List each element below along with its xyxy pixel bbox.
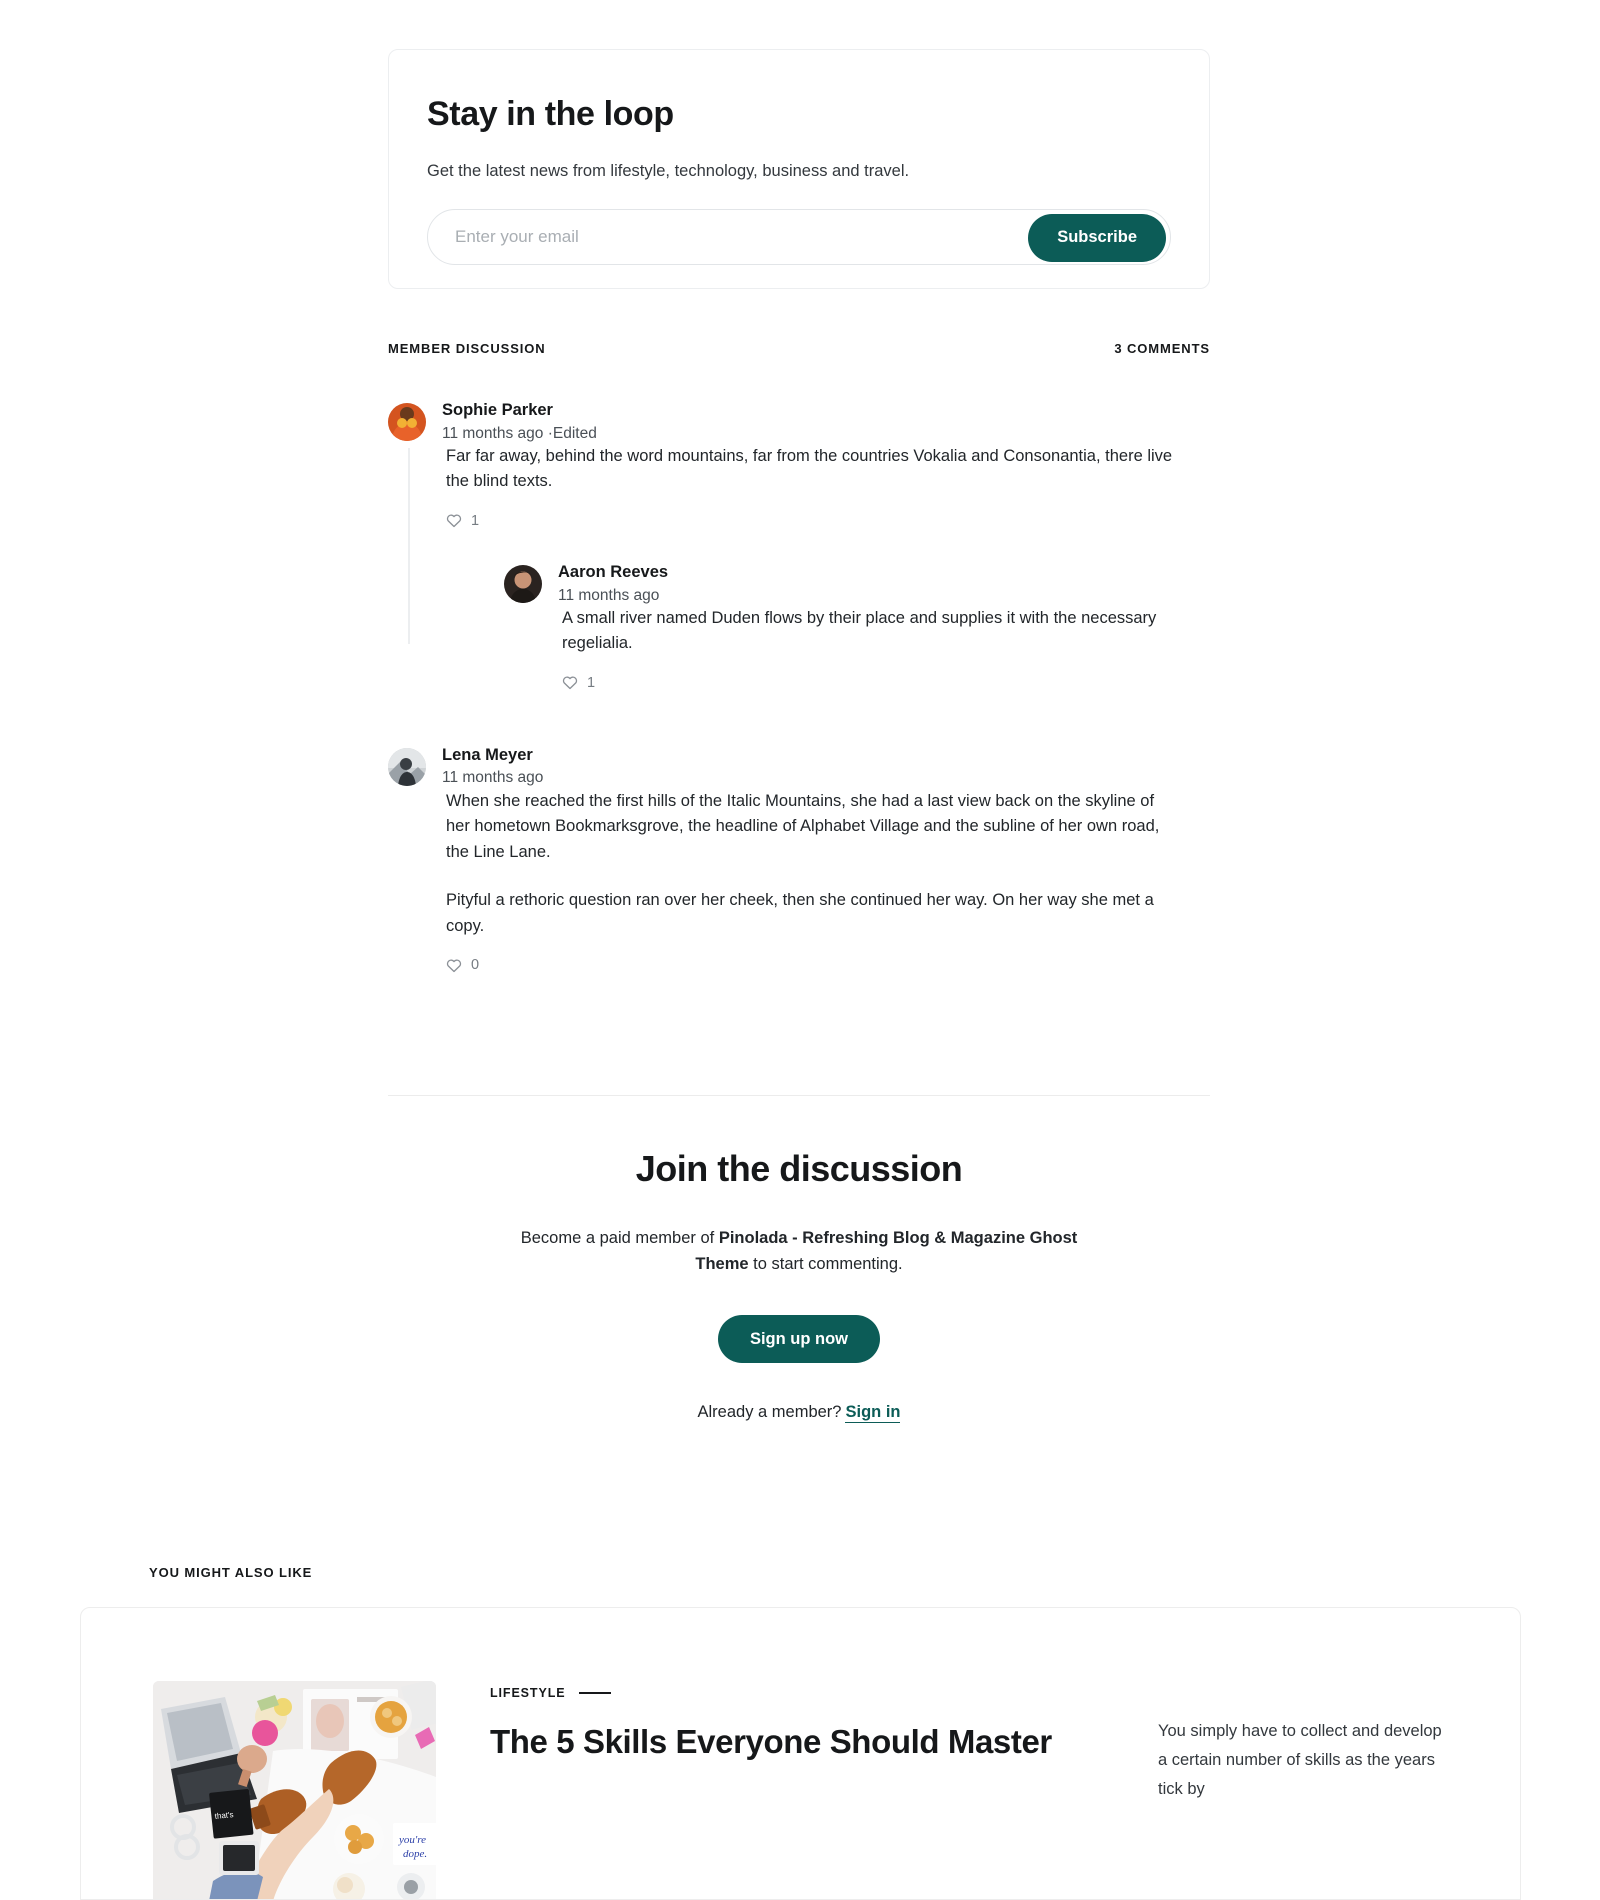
like-control[interactable]: 1: [562, 675, 1210, 691]
join-discussion-cta: Join the discussion Become a paid member…: [388, 1148, 1210, 1424]
thread-line: [408, 448, 410, 644]
related-post-category: LIFESTYLE: [490, 1686, 566, 1700]
newsletter-subtitle: Get the latest news from lifestyle, tech…: [427, 162, 910, 181]
like-count: 0: [471, 957, 480, 974]
related-post-excerpt: You simply have to collect and develop a…: [1158, 1722, 1442, 1798]
comment-reply-item: Aaron Reeves 11 months ago A small river…: [504, 562, 1210, 691]
heart-icon: [446, 513, 462, 528]
article-footer-page: Stay in the loop Get the latest news fro…: [0, 0, 1600, 1900]
signin-prompt-text: Already a member?: [697, 1403, 842, 1422]
comment-count-label: 3 COMMENTS: [1114, 341, 1210, 356]
related-post-thumbnail[interactable]: that's you're dope.: [153, 1681, 436, 1899]
newsletter-form: Subscribe: [427, 209, 1171, 266]
comment-paragraph: A small river named Duden flows by their…: [562, 608, 1157, 653]
related-post-title[interactable]: The 5 Skills Everyone Should Master: [490, 1723, 1180, 1761]
comment-author: Lena Meyer: [442, 745, 533, 764]
like-count: 1: [471, 512, 480, 529]
related-post-kicker[interactable]: LIFESTYLE: [490, 1686, 1180, 1700]
avatar[interactable]: [388, 747, 426, 786]
related-section-label: YOU MIGHT ALSO LIKE: [149, 1565, 313, 1580]
svg-text:you're: you're: [398, 1834, 426, 1846]
cta-description-suffix: to start commenting.: [748, 1254, 903, 1273]
like-count: 1: [587, 674, 596, 691]
section-divider: [388, 1095, 1210, 1096]
comment-author: Sophie Parker: [442, 401, 553, 419]
signin-prompt: Already a member? Sign in: [388, 1403, 1210, 1424]
comment-paragraph: When she reached the first hills of the …: [446, 791, 1160, 861]
comment-paragraph: Far far away, behind the word mountains,…: [446, 446, 1173, 491]
comment-item: Sophie Parker 11 months ago ·Edited Far …: [388, 400, 1210, 691]
cta-title: Join the discussion: [635, 1148, 963, 1189]
comment-timestamp: 11 months ago: [558, 586, 660, 604]
cta-description-prefix: Become a paid member of: [520, 1229, 719, 1247]
signup-button[interactable]: Sign up now: [717, 1315, 881, 1364]
cta-description: Become a paid member of Pinolada - Refre…: [519, 1226, 1079, 1277]
heart-icon: [446, 958, 462, 973]
reply-body: A small river named Duden flows by their…: [562, 606, 1210, 691]
discussion-header: MEMBER DISCUSSION 3 COMMENTS: [388, 341, 1210, 356]
newsletter-signup-card: Stay in the loop Get the latest news fro…: [388, 49, 1210, 289]
newsletter-title: Stay in the loop: [427, 95, 674, 133]
comment-paragraph: Pityful a rethoric question ran over her…: [446, 891, 1154, 935]
comment-body: Far far away, behind the word mountains,…: [446, 444, 1210, 691]
reply-meta: Aaron Reeves 11 months ago: [558, 562, 668, 606]
comment-meta: Lena Meyer 11 months ago: [442, 745, 543, 789]
newsletter-inner: Stay in the loop Get the latest news fro…: [389, 50, 1209, 266]
like-control[interactable]: 0: [446, 957, 1210, 973]
comment-thread: Sophie Parker 11 months ago ·Edited Far …: [388, 400, 1210, 973]
comment-header: Sophie Parker 11 months ago ·Edited: [388, 400, 1210, 444]
comment-body: When she reached the first hills of the …: [446, 789, 1210, 974]
avatar[interactable]: [504, 564, 542, 603]
kicker-rule: [579, 1692, 612, 1694]
heart-icon: [562, 675, 578, 690]
signin-link[interactable]: Sign in: [845, 1403, 901, 1424]
like-control[interactable]: 1: [446, 513, 1210, 529]
comment-author: Aaron Reeves: [558, 562, 669, 581]
comment-item: Lena Meyer 11 months ago When she reache…: [388, 745, 1210, 974]
member-discussion-label: MEMBER DISCUSSION: [388, 341, 546, 356]
related-post-body: LIFESTYLE The 5 Skills Everyone Should M…: [490, 1686, 1180, 1761]
subscribe-button[interactable]: Subscribe: [1028, 213, 1166, 262]
svg-text:dope.: dope.: [403, 1848, 427, 1860]
comment-header: Lena Meyer 11 months ago: [388, 745, 1210, 789]
comment-timestamp: 11 months ago: [442, 769, 544, 787]
avatar[interactable]: [388, 402, 426, 441]
comment-meta: Sophie Parker 11 months ago ·Edited: [442, 400, 597, 444]
comment-timestamp: 11 months ago ·Edited: [442, 424, 597, 442]
reply-header: Aaron Reeves 11 months ago: [504, 562, 1210, 606]
